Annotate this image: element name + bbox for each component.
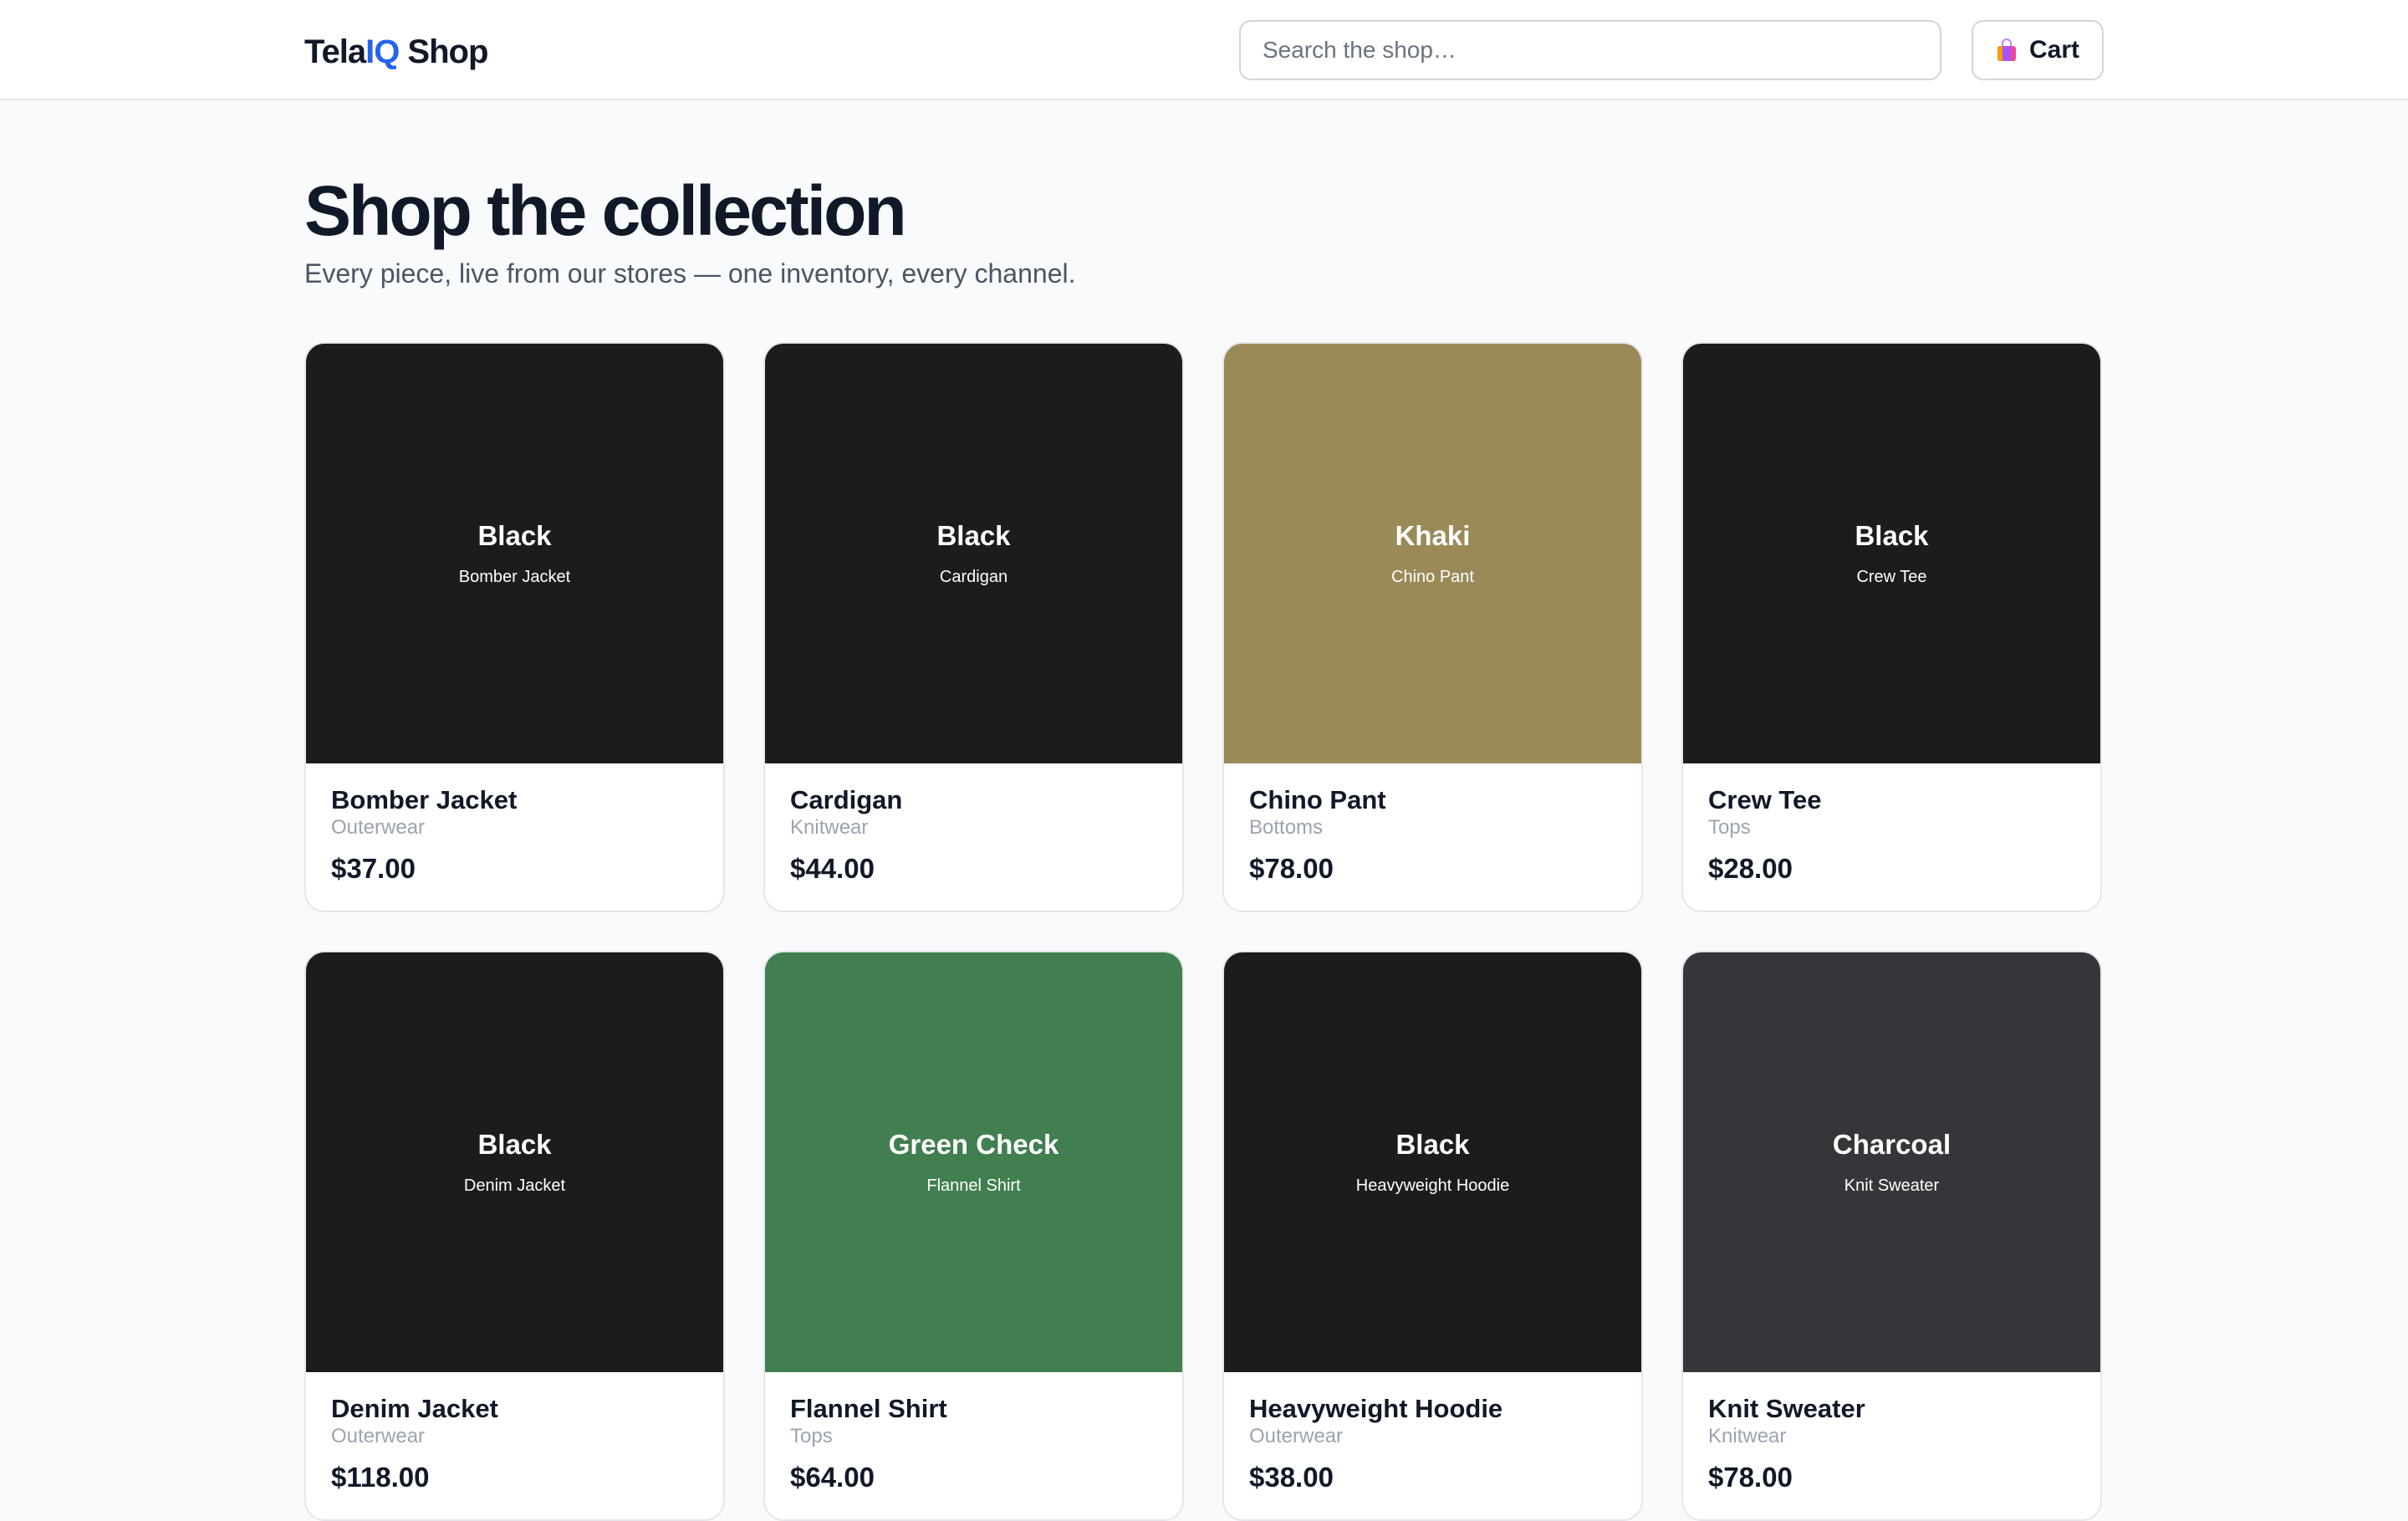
swatch-product-name: Flannel Shirt bbox=[926, 1176, 1021, 1195]
product-card[interactable]: Black Denim Jacket Denim Jacket Outerwea… bbox=[304, 951, 725, 1521]
product-swatch: Black Crew Tee bbox=[1683, 344, 2100, 763]
product-info: Flannel Shirt Tops $64.00 bbox=[765, 1372, 1182, 1494]
product-info: Heavyweight Hoodie Outerwear $38.00 bbox=[1224, 1372, 1641, 1494]
swatch-color-label: Charcoal bbox=[1832, 1129, 1951, 1160]
shopping-bag-icon bbox=[1996, 38, 2018, 62]
swatch-color-label: Green Check bbox=[888, 1129, 1059, 1160]
product-card[interactable]: Charcoal Knit Sweater Knit Sweater Knitw… bbox=[1681, 951, 2102, 1521]
product-grid: Black Bomber Jacket Bomber Jacket Outerw… bbox=[304, 342, 2104, 1521]
product-category: Outerwear bbox=[331, 816, 426, 839]
product-name: Crew Tee bbox=[1708, 785, 1822, 814]
page-subtitle: Every piece, live from our stores — one … bbox=[304, 258, 1076, 288]
product-info: Knit Sweater Knitwear $78.00 bbox=[1683, 1372, 2100, 1494]
product-price: $37.00 bbox=[331, 853, 416, 884]
top-bar: TelaIQ Shop Cart bbox=[0, 0, 2408, 100]
product-swatch: Black Bomber Jacket bbox=[306, 344, 723, 763]
product-swatch: Black Heavyweight Hoodie bbox=[1224, 952, 1641, 1372]
product-swatch: Green Check Flannel Shirt bbox=[765, 952, 1182, 1372]
product-category: Bottoms bbox=[1249, 816, 1324, 839]
product-swatch: Black Cardigan bbox=[765, 344, 1182, 763]
swatch-product-name: Heavyweight Hoodie bbox=[1355, 1176, 1510, 1195]
swatch-color-label: Black bbox=[477, 1129, 552, 1160]
product-info: Bomber Jacket Outerwear $37.00 bbox=[306, 763, 723, 886]
swatch-product-name: Bomber Jacket bbox=[458, 568, 571, 586]
product-category: Outerwear bbox=[331, 1425, 426, 1447]
swatch-color-label: Khaki bbox=[1395, 520, 1471, 551]
product-price: $64.00 bbox=[790, 1462, 875, 1493]
product-swatch: Khaki Chino Pant bbox=[1224, 344, 1641, 763]
product-name: Bomber Jacket bbox=[331, 785, 518, 814]
product-name: Chino Pant bbox=[1249, 785, 1386, 814]
product-name: Cardigan bbox=[790, 785, 903, 814]
swatch-color-label: Black bbox=[1854, 520, 1929, 551]
product-card[interactable]: Green Check Flannel Shirt Flannel Shirt … bbox=[763, 951, 1184, 1521]
search-input[interactable] bbox=[1239, 20, 1941, 80]
product-name: Heavyweight Hoodie bbox=[1249, 1394, 1503, 1423]
product-category: Outerwear bbox=[1249, 1425, 1344, 1447]
product-name: Denim Jacket bbox=[331, 1394, 498, 1423]
product-category: Knitwear bbox=[790, 816, 869, 839]
swatch-color-label: Black bbox=[1395, 1129, 1470, 1160]
product-info: Denim Jacket Outerwear $118.00 bbox=[306, 1372, 723, 1494]
product-name: Knit Sweater bbox=[1708, 1394, 1865, 1423]
product-card[interactable]: Black Crew Tee Crew Tee Tops $28.00 bbox=[1681, 342, 2102, 912]
product-swatch: Charcoal Knit Sweater bbox=[1683, 952, 2100, 1372]
product-card[interactable]: Black Bomber Jacket Bomber Jacket Outerw… bbox=[304, 342, 725, 912]
swatch-product-name: Cardigan bbox=[939, 568, 1008, 586]
swatch-color-label: Black bbox=[936, 520, 1011, 551]
product-category: Tops bbox=[1708, 816, 1751, 839]
product-price: $28.00 bbox=[1708, 853, 1793, 884]
swatch-product-name: Denim Jacket bbox=[463, 1176, 566, 1195]
logo-text-shop: Shop bbox=[399, 33, 488, 70]
product-info: Chino Pant Bottoms $78.00 bbox=[1224, 763, 1641, 886]
product-price: $38.00 bbox=[1249, 1462, 1334, 1493]
product-info: Crew Tee Tops $28.00 bbox=[1683, 763, 2100, 886]
product-card[interactable]: Black Heavyweight Hoodie Heavyweight Hoo… bbox=[1222, 951, 1643, 1521]
swatch-product-name: Chino Pant bbox=[1391, 568, 1474, 586]
product-price: $44.00 bbox=[790, 853, 875, 884]
product-price: $118.00 bbox=[331, 1462, 430, 1493]
product-card[interactable]: Khaki Chino Pant Chino Pant Bottoms $78.… bbox=[1222, 342, 1643, 912]
product-price: $78.00 bbox=[1249, 853, 1334, 884]
product-swatch: Black Denim Jacket bbox=[306, 952, 723, 1372]
swatch-product-name: Knit Sweater bbox=[1844, 1176, 1940, 1195]
swatch-product-name: Crew Tee bbox=[1856, 568, 1927, 586]
logo-text-tela: Tela bbox=[304, 33, 366, 70]
product-price: $78.00 bbox=[1708, 1462, 1793, 1493]
cart-label: Cart bbox=[2028, 36, 2079, 64]
shop-logo[interactable]: TelaIQ Shop bbox=[304, 30, 488, 74]
product-category: Knitwear bbox=[1708, 1425, 1787, 1447]
logo-text-iq: IQ bbox=[365, 33, 400, 70]
product-category: Tops bbox=[790, 1425, 833, 1447]
product-card[interactable]: Black Cardigan Cardigan Knitwear $44.00 bbox=[763, 342, 1184, 912]
product-info: Cardigan Knitwear $44.00 bbox=[765, 763, 1182, 886]
page-title: Shop the collection bbox=[304, 171, 907, 250]
cart-button[interactable]: Cart bbox=[1972, 20, 2104, 80]
swatch-color-label: Black bbox=[477, 520, 552, 551]
product-name: Flannel Shirt bbox=[790, 1394, 947, 1423]
